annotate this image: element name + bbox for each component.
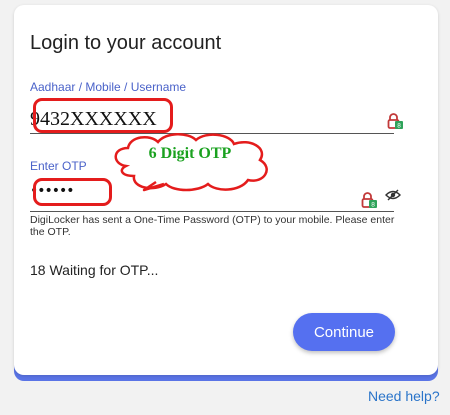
eye-slash-icon[interactable] [385,189,401,201]
username-label: Aadhaar / Mobile / Username [30,80,187,94]
svg-text:8: 8 [397,123,401,130]
lock-badge-icon[interactable]: 8 [360,191,378,209]
lock-badge-icon[interactable]: 8 [386,112,404,130]
username-highlight [33,98,173,133]
callout-cloud [114,133,268,192]
otp-highlight [33,178,112,206]
page-title: Login to your account [30,32,222,54]
otp-underline [30,211,394,212]
need-help-link[interactable]: Need help? [368,388,440,404]
continue-button[interactable]: Continue [293,313,395,351]
otp-label: Enter OTP [30,159,87,173]
callout-text: 6 Digit OTP [148,145,232,162]
svg-text:8: 8 [371,202,375,209]
otp-note: DigiLocker has sent a One-Time Password … [30,214,395,238]
otp-status: 18 Waiting for OTP... [30,262,159,278]
